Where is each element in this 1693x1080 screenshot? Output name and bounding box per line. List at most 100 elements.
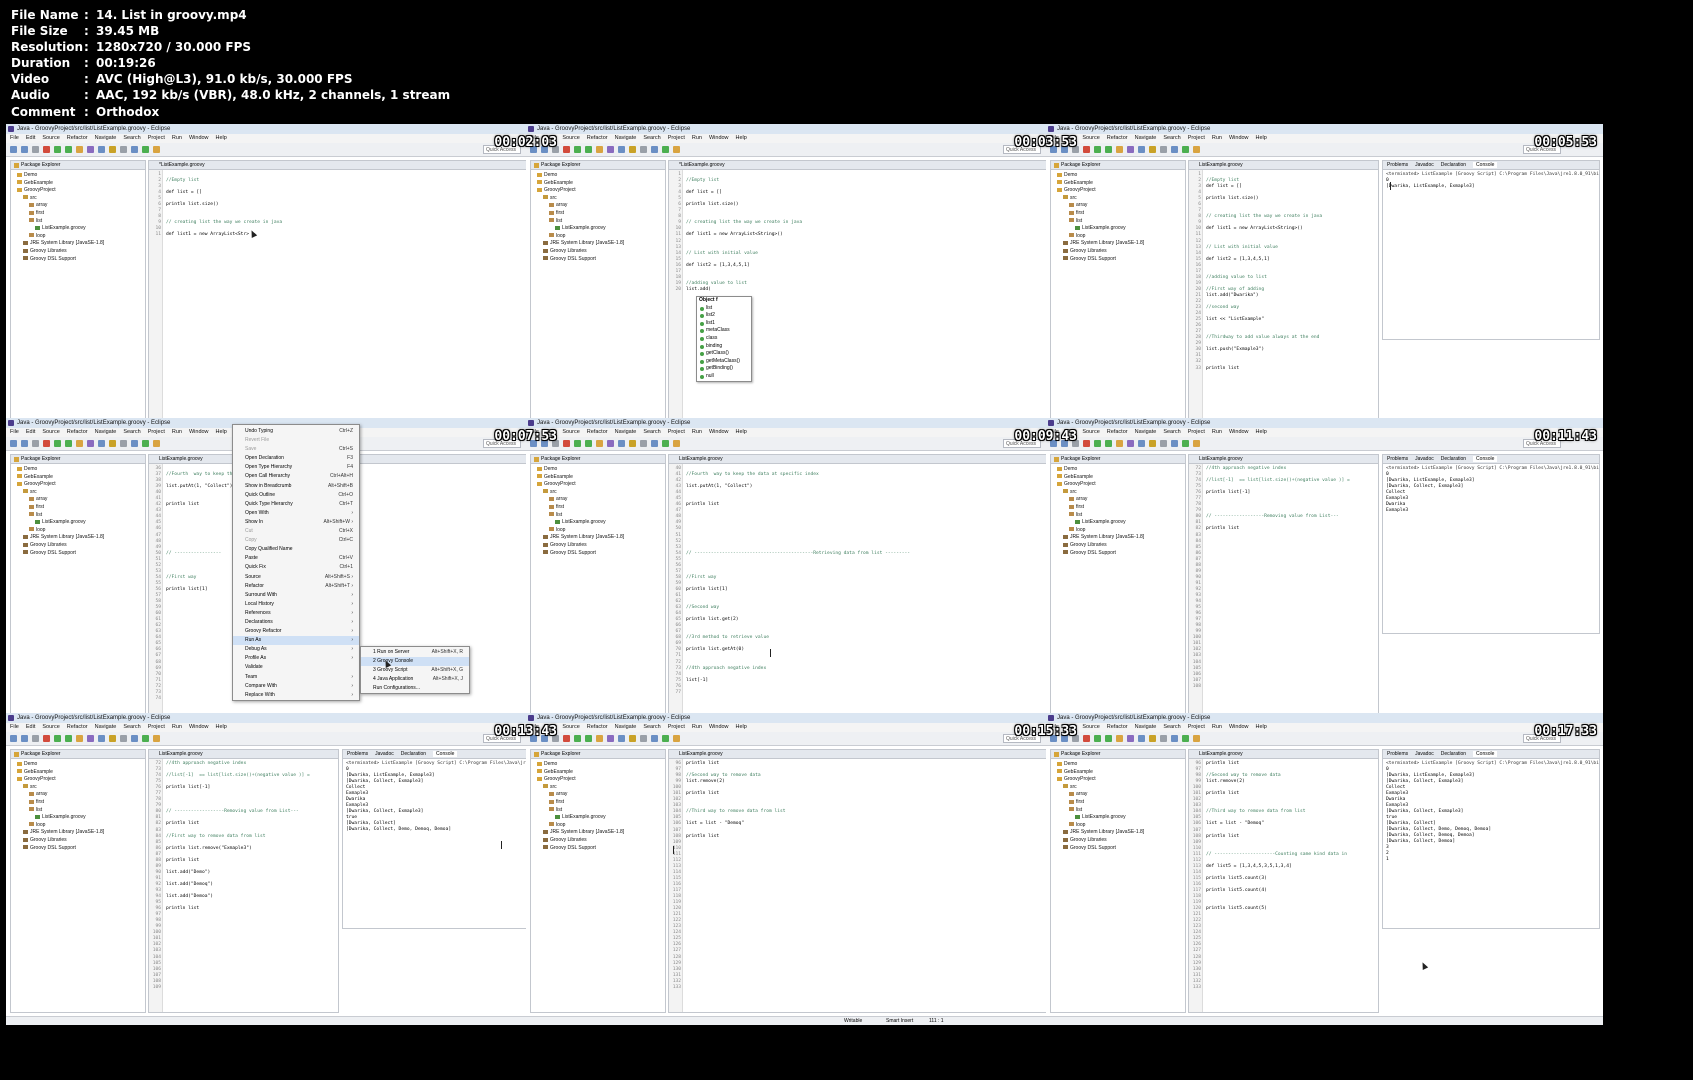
video-thumbnail[interactable]: Java - GroovyProject/src/list/ListExampl…: [526, 124, 1083, 436]
tree-item[interactable]: src: [1051, 784, 1185, 792]
tree-item[interactable]: Demo: [11, 172, 145, 180]
save-icon[interactable]: [21, 146, 28, 153]
open-type-icon[interactable]: [629, 146, 636, 153]
tree-item[interactable]: JRE System Library [JavaSE-1.8]: [1051, 240, 1185, 248]
tree-item[interactable]: JRE System Library [JavaSE-1.8]: [11, 534, 145, 542]
tree-item[interactable]: src: [531, 195, 665, 203]
run-ext-icon[interactable]: [585, 440, 592, 447]
open-type-icon[interactable]: [1149, 440, 1156, 447]
next-annotation-icon[interactable]: [662, 440, 669, 447]
tree-item[interactable]: list: [1051, 807, 1185, 815]
back-icon[interactable]: [640, 146, 647, 153]
tree-item[interactable]: Groovy DSL Support: [1051, 256, 1185, 264]
tab-problems[interactable]: Problems: [1387, 751, 1408, 757]
tree-item[interactable]: Demo: [1051, 172, 1185, 180]
context-menu-item[interactable]: Run As ›: [233, 636, 359, 646]
next-annotation-icon[interactable]: [142, 735, 149, 742]
debug-icon[interactable]: [563, 440, 570, 447]
forward-icon[interactable]: [131, 146, 138, 153]
console-output[interactable]: <terminated> ListExample [Groovy Script]…: [1383, 464, 1599, 516]
context-menu-item[interactable]: Quick Type Hierarchy Ctrl+T: [233, 500, 359, 509]
run-ext-icon[interactable]: [1105, 440, 1112, 447]
menu-item-source[interactable]: Source: [42, 724, 59, 730]
back-icon[interactable]: [120, 146, 127, 153]
debug-icon[interactable]: [1083, 735, 1090, 742]
menu-item-search[interactable]: Search: [643, 135, 660, 141]
new-class-icon[interactable]: [607, 440, 614, 447]
tree-item[interactable]: first: [1051, 504, 1185, 512]
submenu-item[interactable]: Run Configurations...: [361, 684, 469, 693]
menu-item-navigate[interactable]: Navigate: [615, 724, 637, 730]
editor-context-menu[interactable]: Undo Typing Ctrl+Z Revert File Save Ctrl+S Op…: [232, 424, 360, 701]
forward-icon[interactable]: [651, 735, 658, 742]
autocomplete-item[interactable]: list1: [697, 320, 751, 328]
tree-item[interactable]: Groovy DSL Support: [11, 256, 145, 264]
menu-item-search[interactable]: Search: [123, 724, 140, 730]
context-menu-item[interactable]: Validate: [233, 663, 359, 672]
forward-icon[interactable]: [1171, 440, 1178, 447]
tab-javadoc[interactable]: Javadoc: [375, 751, 394, 757]
tree-item[interactable]: GroovyProject: [1051, 481, 1185, 489]
tab-declaration[interactable]: Declaration: [1441, 456, 1466, 462]
tree-item[interactable]: first: [531, 504, 665, 512]
menu-item-project[interactable]: Project: [148, 429, 165, 435]
tree-item[interactable]: Demo: [531, 761, 665, 769]
menu-item-run[interactable]: Run: [172, 135, 182, 141]
menu-item-refactor[interactable]: Refactor: [587, 135, 608, 141]
search-icon[interactable]: [98, 735, 105, 742]
new-package-icon[interactable]: [596, 146, 603, 153]
run-icon[interactable]: [1094, 735, 1101, 742]
menu-item-help[interactable]: Help: [216, 135, 227, 141]
menu-item-navigate[interactable]: Navigate: [1135, 724, 1157, 730]
back-icon[interactable]: [640, 735, 647, 742]
menu-item-search[interactable]: Search: [1163, 135, 1180, 141]
tree-item[interactable]: JRE System Library [JavaSE-1.8]: [11, 240, 145, 248]
menu-item-source[interactable]: Source: [562, 135, 579, 141]
tree-item[interactable]: array: [11, 202, 145, 210]
run-icon[interactable]: [54, 735, 61, 742]
menu-item-navigate[interactable]: Navigate: [95, 135, 117, 141]
tree-item[interactable]: JRE System Library [JavaSE-1.8]: [1051, 829, 1185, 837]
context-menu-item[interactable]: Show In Alt+Shift+W ›: [233, 518, 359, 527]
tree-item[interactable]: first: [11, 210, 145, 218]
prev-annotation-icon[interactable]: [1193, 146, 1200, 153]
tree-item[interactable]: GroovyProject: [531, 776, 665, 784]
run-icon[interactable]: [1094, 440, 1101, 447]
next-annotation-icon[interactable]: [142, 440, 149, 447]
tab-console[interactable]: Console: [1473, 751, 1498, 757]
context-menu-item[interactable]: Show in Breadcrumb Alt+Shift+B: [233, 482, 359, 491]
new-package-icon[interactable]: [1116, 735, 1123, 742]
tree-item[interactable]: src: [1051, 489, 1185, 497]
menu-item-help[interactable]: Help: [216, 429, 227, 435]
new-class-icon[interactable]: [1127, 735, 1134, 742]
menu-item-window[interactable]: Window: [1229, 135, 1249, 141]
menu-item-help[interactable]: Help: [1256, 135, 1267, 141]
menu-item-help[interactable]: Help: [1256, 724, 1267, 730]
tree-item[interactable]: loop: [1051, 233, 1185, 241]
editor-tab[interactable]: ListExample.groovy: [669, 455, 1079, 464]
menu-item-edit[interactable]: Edit: [26, 724, 35, 730]
prev-annotation-icon[interactable]: [1193, 440, 1200, 447]
run-ext-icon[interactable]: [585, 735, 592, 742]
tree-item[interactable]: GroovyProject: [1051, 776, 1185, 784]
console-output[interactable]: <terminated> ListExample [Groovy Script]…: [1383, 759, 1599, 865]
tab-console[interactable]: Console: [433, 751, 458, 757]
context-menu-item[interactable]: References ›: [233, 609, 359, 618]
package-explorer-tab[interactable]: Package Explorer: [1051, 750, 1185, 759]
submenu-item[interactable]: 2 Groovy Console: [361, 657, 469, 667]
tree-item[interactable]: list: [1051, 512, 1185, 520]
tree-item[interactable]: ListExample.groovy: [1051, 814, 1185, 822]
video-thumbnail[interactable]: Java - GroovyProject/src/list/ListExampl…: [526, 418, 1083, 730]
tree-item[interactable]: GroovyProject: [1051, 187, 1185, 195]
tab-problems[interactable]: Problems: [1387, 456, 1408, 462]
tree-item[interactable]: GroovyProject: [531, 481, 665, 489]
tab-javadoc[interactable]: Javadoc: [1415, 751, 1434, 757]
context-menu-item[interactable]: Quick Fix Ctrl+1: [233, 563, 359, 572]
back-icon[interactable]: [120, 440, 127, 447]
menu-item-run[interactable]: Run: [1212, 429, 1222, 435]
menu-item-run[interactable]: Run: [692, 429, 702, 435]
back-icon[interactable]: [640, 440, 647, 447]
tree-item[interactable]: array: [531, 202, 665, 210]
code-area[interactable]: 1 2//Empty list 3 def list = [] 4 5 println li…: [1190, 172, 1376, 372]
autocomplete-item[interactable]: class: [697, 335, 751, 343]
